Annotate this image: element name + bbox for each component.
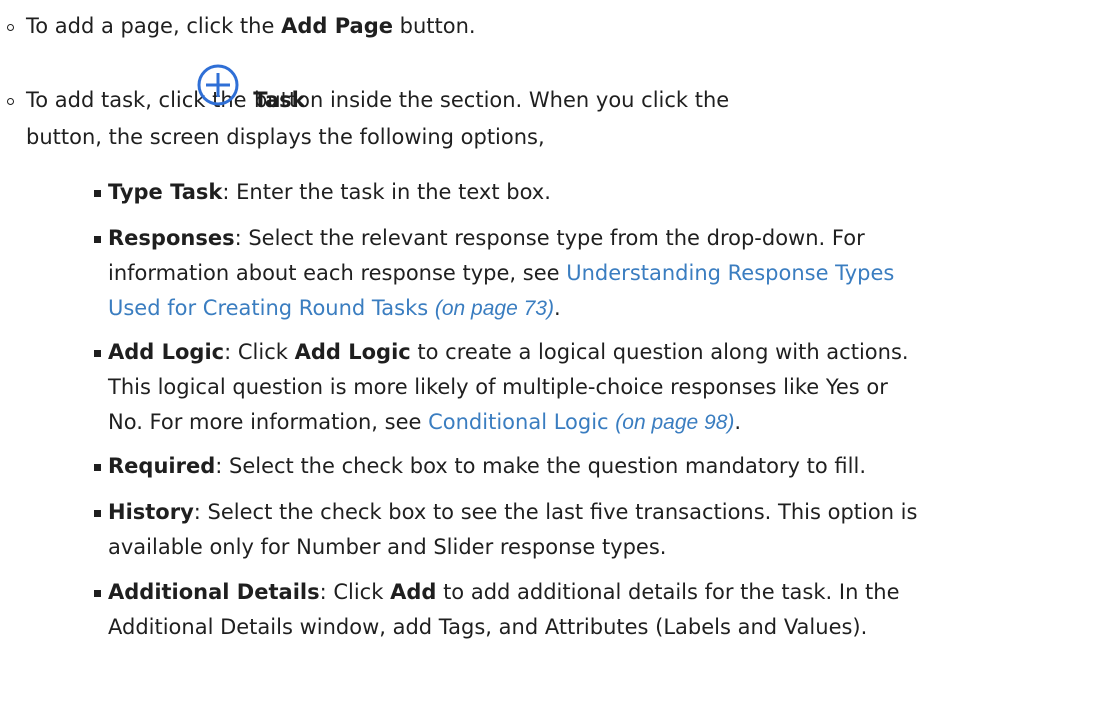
document-page: To add a page, click the Add Page button… xyxy=(0,0,1116,709)
square-bullet xyxy=(94,190,101,197)
option-additional-details: Additional Details: Click Add to add add… xyxy=(108,580,900,604)
understanding-response-types-link-cont[interactable]: Used for Creating Round Tasks xyxy=(108,296,428,320)
option-add-logic-line2: This logical question is more likely of … xyxy=(108,375,888,399)
option-type-task: Type Task: Enter the task in the text bo… xyxy=(108,180,551,204)
understanding-response-types-link[interactable]: Understanding Response Types xyxy=(566,261,894,285)
option-history: History: Select the check box to see the… xyxy=(108,500,918,524)
add-page-instruction: To add a page, click the Add Page button… xyxy=(26,14,476,38)
option-add-logic: Add Logic: Click Add Logic to create a l… xyxy=(108,340,909,364)
square-bullet xyxy=(94,350,101,357)
hollow-bullet xyxy=(7,98,14,105)
conditional-logic-link[interactable]: Conditional Logic xyxy=(428,410,608,434)
option-responses: Responses: Select the relevant response … xyxy=(108,226,865,250)
plus-circle-icon xyxy=(197,64,239,106)
add-page-term: Add Page xyxy=(281,14,393,38)
option-responses-line2: information about each response type, se… xyxy=(108,261,895,285)
option-additional-details-line2: Additional Details window, add Tags, and… xyxy=(108,615,868,639)
page-ref-73[interactable]: (on page 73) xyxy=(435,297,554,320)
option-responses-line3: Used for Creating Round Tasks (on page 7… xyxy=(108,296,561,320)
option-history-line2: available only for Number and Slider res… xyxy=(108,535,667,559)
square-bullet xyxy=(94,464,101,471)
add-task-instruction-cont: button inside the section. When you clic… xyxy=(254,88,730,112)
option-required: Required: Select the check box to make t… xyxy=(108,454,866,478)
page-ref-98[interactable]: (on page 98) xyxy=(615,411,734,434)
option-add-logic-line3: No. For more information, see Conditiona… xyxy=(108,410,742,434)
square-bullet xyxy=(94,236,101,243)
hollow-bullet xyxy=(7,24,14,31)
square-bullet xyxy=(94,510,101,517)
add-task-instruction-line2: button, the screen displays the followin… xyxy=(26,125,545,149)
square-bullet xyxy=(94,590,101,597)
